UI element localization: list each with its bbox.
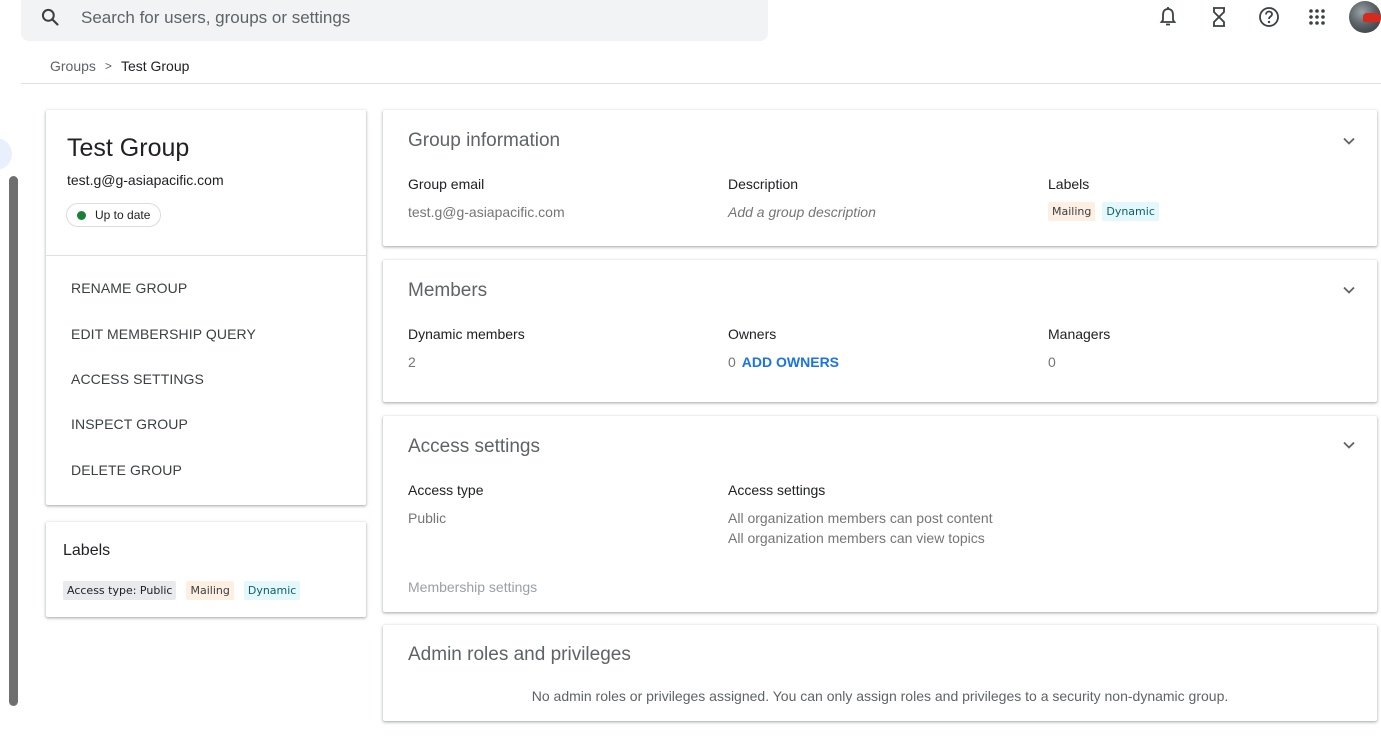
avatar[interactable] [1349,1,1381,33]
label-chip-dynamic: Dynamic [1102,202,1159,221]
access-type-label: Access type [408,482,484,498]
breadcrumb: Groups > Test Group [50,58,189,74]
access-settings-panel: Access settings Access type Public Acces… [383,416,1377,612]
label-chip-mailing: Mailing [186,581,234,600]
side-collapse-handle[interactable] [0,138,12,170]
labels-title: Labels [63,542,111,559]
breadcrumb-current: Test Group [120,58,190,74]
card-divider [46,255,366,256]
label-chip-mailing: Mailing [1048,202,1096,221]
members-title: Members [408,280,488,301]
header-divider [21,83,1381,84]
group-information-title: Group information [408,130,561,151]
group-name: Test Group [67,134,190,162]
labels-chip-list: Access type: Public Mailing Dynamic [63,581,301,600]
rename-group-button[interactable]: RENAME GROUP [71,280,187,296]
edit-membership-query-button[interactable]: EDIT MEMBERSHIP QUERY [71,326,256,342]
hourglass-icon[interactable] [1207,5,1231,29]
status-badge: Up to date [66,203,162,227]
dynamic-members-label: Dynamic members [408,326,525,342]
group-email: test.g@g-asiapacific.com [67,172,224,188]
labels-card: Labels Access type: Public Mailing Dynam… [46,522,366,617]
admin-roles-panel: Admin roles and privileges No admin role… [383,625,1377,721]
chevron-down-icon[interactable] [1341,282,1357,298]
dynamic-members-count: 2 [408,354,416,370]
chevron-down-icon[interactable] [1341,133,1357,149]
members-panel: Members Dynamic members 2 Owners 0 ADD OW… [383,260,1377,402]
owners-count: 0 [728,354,736,370]
search-bar[interactable]: Search for users, groups or settings [21,0,768,41]
group-summary-card: Test Group test.g@g-asiapacific.com Up t… [46,110,366,505]
status-text: Up to date [95,208,151,222]
access-settings-label: Access settings [728,482,826,498]
inspect-group-button[interactable]: INSPECT GROUP [71,416,188,432]
breadcrumb-groups[interactable]: Groups [50,58,96,74]
access-setting-view: All organization members can view topics [728,530,985,546]
help-icon[interactable] [1257,5,1281,29]
owners-label: Owners [728,326,777,342]
label-chip-dynamic: Dynamic [243,581,301,600]
managers-label: Managers [1048,326,1111,342]
status-dot-icon [77,210,86,220]
avatar-image [1363,13,1381,22]
chevron-down-icon[interactable] [1341,437,1357,453]
add-owners-button[interactable]: ADD OWNERS [742,354,839,370]
access-setting-post: All organization members can post conten… [728,510,993,526]
group-information-panel: Group information Group email test.g@g-a… [383,110,1377,246]
description-value[interactable]: Add a group description [728,204,876,220]
admin-roles-title: Admin roles and privileges [408,644,631,665]
search-placeholder[interactable]: Search for users, groups or settings [81,8,350,28]
apps-grid-icon[interactable] [1305,5,1329,29]
label-chip-access-type: Access type: Public [63,581,177,600]
bell-icon[interactable] [1156,5,1180,29]
search-icon[interactable] [40,7,60,27]
scrollbar[interactable] [9,176,18,706]
description-label: Description [728,176,799,192]
managers-count: 0 [1048,354,1056,370]
group-info-labels: Mailing Dynamic [1048,202,1159,221]
labels-label: Labels [1048,176,1090,192]
access-type-value: Public [408,510,447,526]
top-bar: Search for users, groups or settings [0,0,1381,46]
delete-group-button[interactable]: DELETE GROUP [71,462,182,478]
group-email-label: Group email [408,176,485,192]
access-settings-button[interactable]: ACCESS SETTINGS [71,371,204,387]
group-email-value: test.g@g-asiapacific.com [408,204,565,220]
owners-value: 0 ADD OWNERS [728,354,839,370]
membership-settings-link[interactable]: Membership settings [408,579,537,595]
breadcrumb-separator: > [104,59,112,73]
access-settings-title: Access settings [408,436,540,457]
admin-roles-notice: No admin roles or privileges assigned. Y… [531,688,1229,704]
